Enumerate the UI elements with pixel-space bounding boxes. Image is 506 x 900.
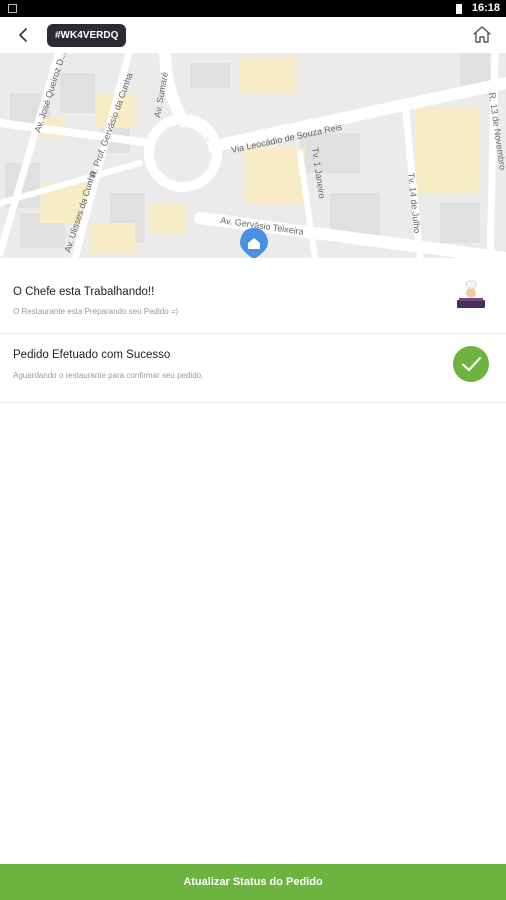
status-title: O Chefe esta Trabalhando!! [13,286,155,298]
status-subtitle: Aguardando o restaurante para confirmar … [13,371,204,380]
home-button[interactable] [470,23,494,47]
back-button[interactable] [12,23,36,47]
check-icon [453,346,489,382]
order-code-badge: #WK4VERDQ [47,24,127,47]
home-icon [473,26,491,43]
status-title: Pedido Efetuado com Sucesso [13,349,171,361]
chef-icon [457,280,485,308]
notification-icon [8,4,17,13]
status-bar: 16:18 [0,0,506,17]
arrow-left-icon [19,28,27,42]
status-item-preparing: O Chefe esta Trabalhando!! O Restaurante… [0,258,506,334]
app-bar: #WK4VERDQ [0,17,506,53]
map-view[interactable]: Av. José Queiroz D... R. Prof. Gervásio … [0,53,506,258]
status-subtitle: O Restaurante esta Preparando seu Pedido… [13,307,179,316]
update-status-button[interactable]: Atualizar Status do Pedido [0,864,506,900]
clock: 16:18 [471,2,500,14]
battery-icon [456,4,462,14]
status-item-confirmed: Pedido Efetuado com Sucesso Aguardando o… [0,334,506,403]
map-canvas: Av. José Queiroz D... R. Prof. Gervásio … [0,53,506,258]
